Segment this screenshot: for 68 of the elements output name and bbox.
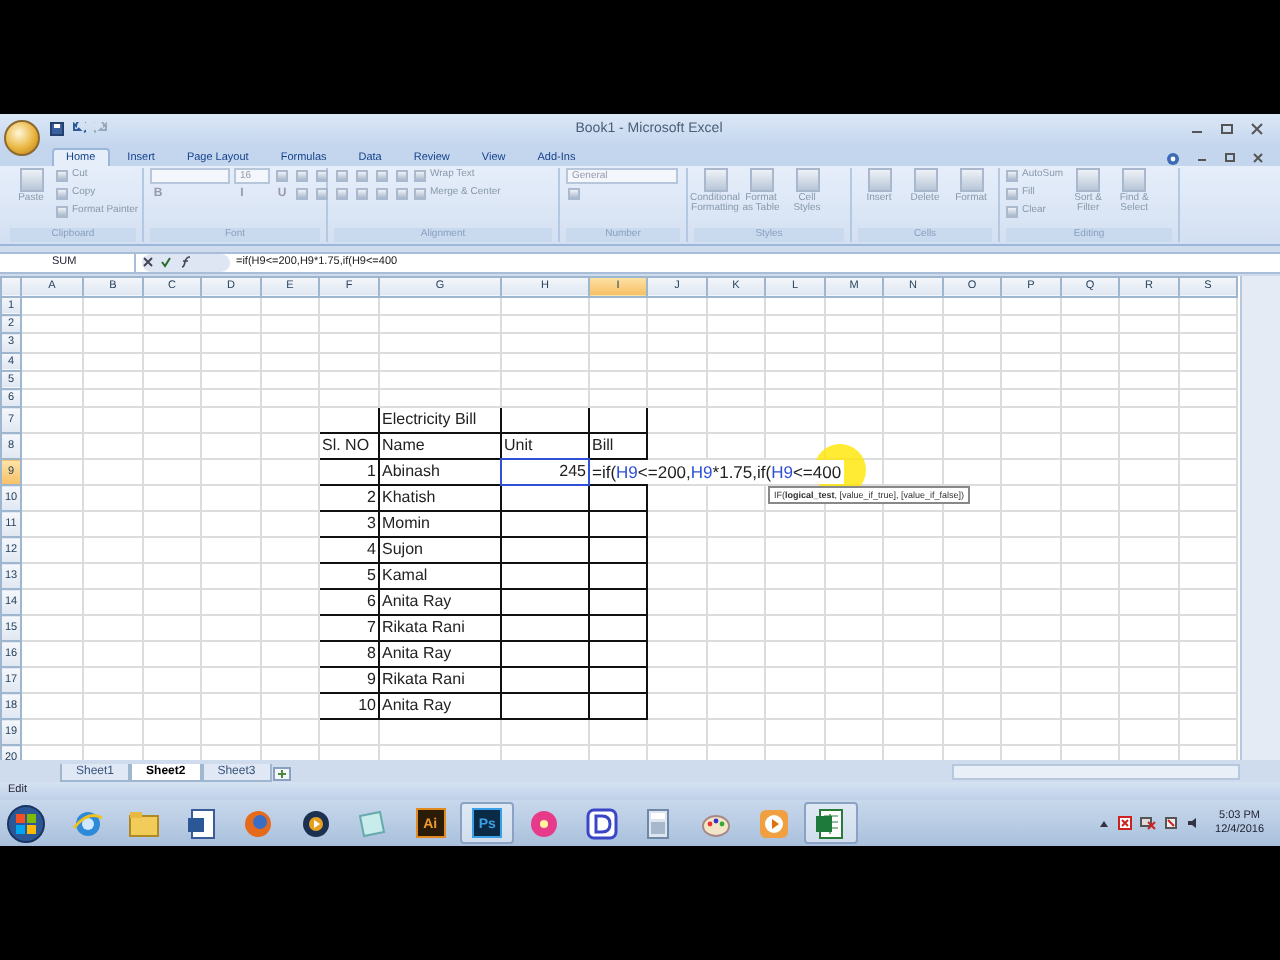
app-icon[interactable] bbox=[585, 807, 618, 840]
document-icon[interactable] bbox=[185, 807, 218, 840]
close-icon[interactable] bbox=[1252, 152, 1264, 165]
folder-icon[interactable] bbox=[128, 807, 161, 840]
function-icon[interactable] bbox=[178, 256, 194, 269]
cell-text: 1 bbox=[367, 462, 376, 481]
toolbar-icon bbox=[1076, 167, 1101, 192]
cell-text: Anita Ray bbox=[382, 644, 452, 663]
play-icon[interactable] bbox=[757, 807, 790, 840]
new-sheet-icon[interactable] bbox=[271, 766, 292, 783]
close-icon[interactable] bbox=[1250, 122, 1264, 137]
cell-text: 6 bbox=[367, 592, 376, 611]
network-icon[interactable] bbox=[1139, 816, 1156, 831]
toolbar-icon bbox=[867, 167, 891, 192]
cell-text: Name bbox=[382, 436, 425, 455]
cell-text: Electricity Bill bbox=[382, 410, 477, 429]
cell-text: 2 bbox=[367, 488, 376, 507]
notepad-icon[interactable] bbox=[356, 807, 389, 840]
media-player-icon[interactable] bbox=[299, 807, 332, 840]
browser-icon[interactable] bbox=[242, 807, 275, 840]
cell-text: Sujon bbox=[382, 540, 423, 559]
cell-text: Abinash bbox=[382, 462, 440, 481]
cell-text: Momin bbox=[382, 514, 431, 533]
cell-text: 10 bbox=[358, 696, 376, 715]
cell-editor[interactable]: =if(H9<=200,H9*1.75,if(H9<=400 bbox=[590, 460, 844, 485]
cell-text: Anita Ray bbox=[382, 592, 452, 611]
toolbar-icon bbox=[19, 167, 43, 192]
cell-text: 8 bbox=[367, 644, 376, 663]
help-icon[interactable] bbox=[1166, 151, 1180, 166]
calculator-icon[interactable] bbox=[642, 807, 675, 840]
restore-icon[interactable] bbox=[1224, 152, 1236, 165]
cell-text: 9 bbox=[367, 670, 376, 689]
cell-text: Unit bbox=[504, 436, 533, 455]
office-button[interactable] bbox=[4, 120, 40, 156]
cell-text: Anita Ray bbox=[382, 696, 452, 715]
browser-icon[interactable] bbox=[71, 807, 103, 840]
cell-text: Khatish bbox=[382, 488, 436, 507]
cell-text: 4 bbox=[367, 540, 376, 559]
start-button[interactable] bbox=[4, 803, 48, 844]
cell-text: Bill bbox=[592, 436, 614, 455]
arrow-icon[interactable] bbox=[1097, 817, 1110, 830]
vertical-scrollbar[interactable] bbox=[1240, 275, 1280, 761]
toolbar-icon bbox=[1122, 167, 1147, 192]
undo-icon[interactable] bbox=[72, 122, 86, 137]
toolbar-icon bbox=[959, 167, 983, 192]
toolbar-icon bbox=[913, 167, 937, 192]
speaker-icon[interactable] bbox=[1185, 816, 1200, 831]
maximize-icon[interactable] bbox=[1220, 122, 1234, 137]
save-icon[interactable] bbox=[50, 122, 64, 137]
spreadsheet-icon[interactable] bbox=[814, 807, 847, 840]
flower-icon[interactable] bbox=[528, 807, 561, 840]
horizontal-scrollbar[interactable] bbox=[951, 764, 1240, 781]
cell-text: Rikata Rani bbox=[382, 618, 465, 637]
cancel-icon[interactable] bbox=[142, 256, 154, 269]
cell-text: Kamal bbox=[382, 566, 428, 585]
toolbar-icon bbox=[703, 167, 727, 192]
redo-icon[interactable] bbox=[94, 122, 108, 137]
cell-text: 7 bbox=[367, 618, 376, 637]
cell-text: 5 bbox=[367, 566, 376, 585]
toolbar-icon bbox=[749, 167, 773, 192]
checkmark-icon[interactable] bbox=[160, 256, 172, 269]
cell-text: Rikata Rani bbox=[382, 670, 465, 689]
cell-text: Sl. NO bbox=[322, 436, 370, 455]
dropdown-field[interactable] bbox=[150, 167, 230, 184]
cell-text: 245 bbox=[559, 462, 586, 481]
select-all-corner[interactable] bbox=[1, 276, 21, 297]
toolbar-icon bbox=[795, 167, 819, 192]
cell-text: 3 bbox=[367, 514, 376, 533]
